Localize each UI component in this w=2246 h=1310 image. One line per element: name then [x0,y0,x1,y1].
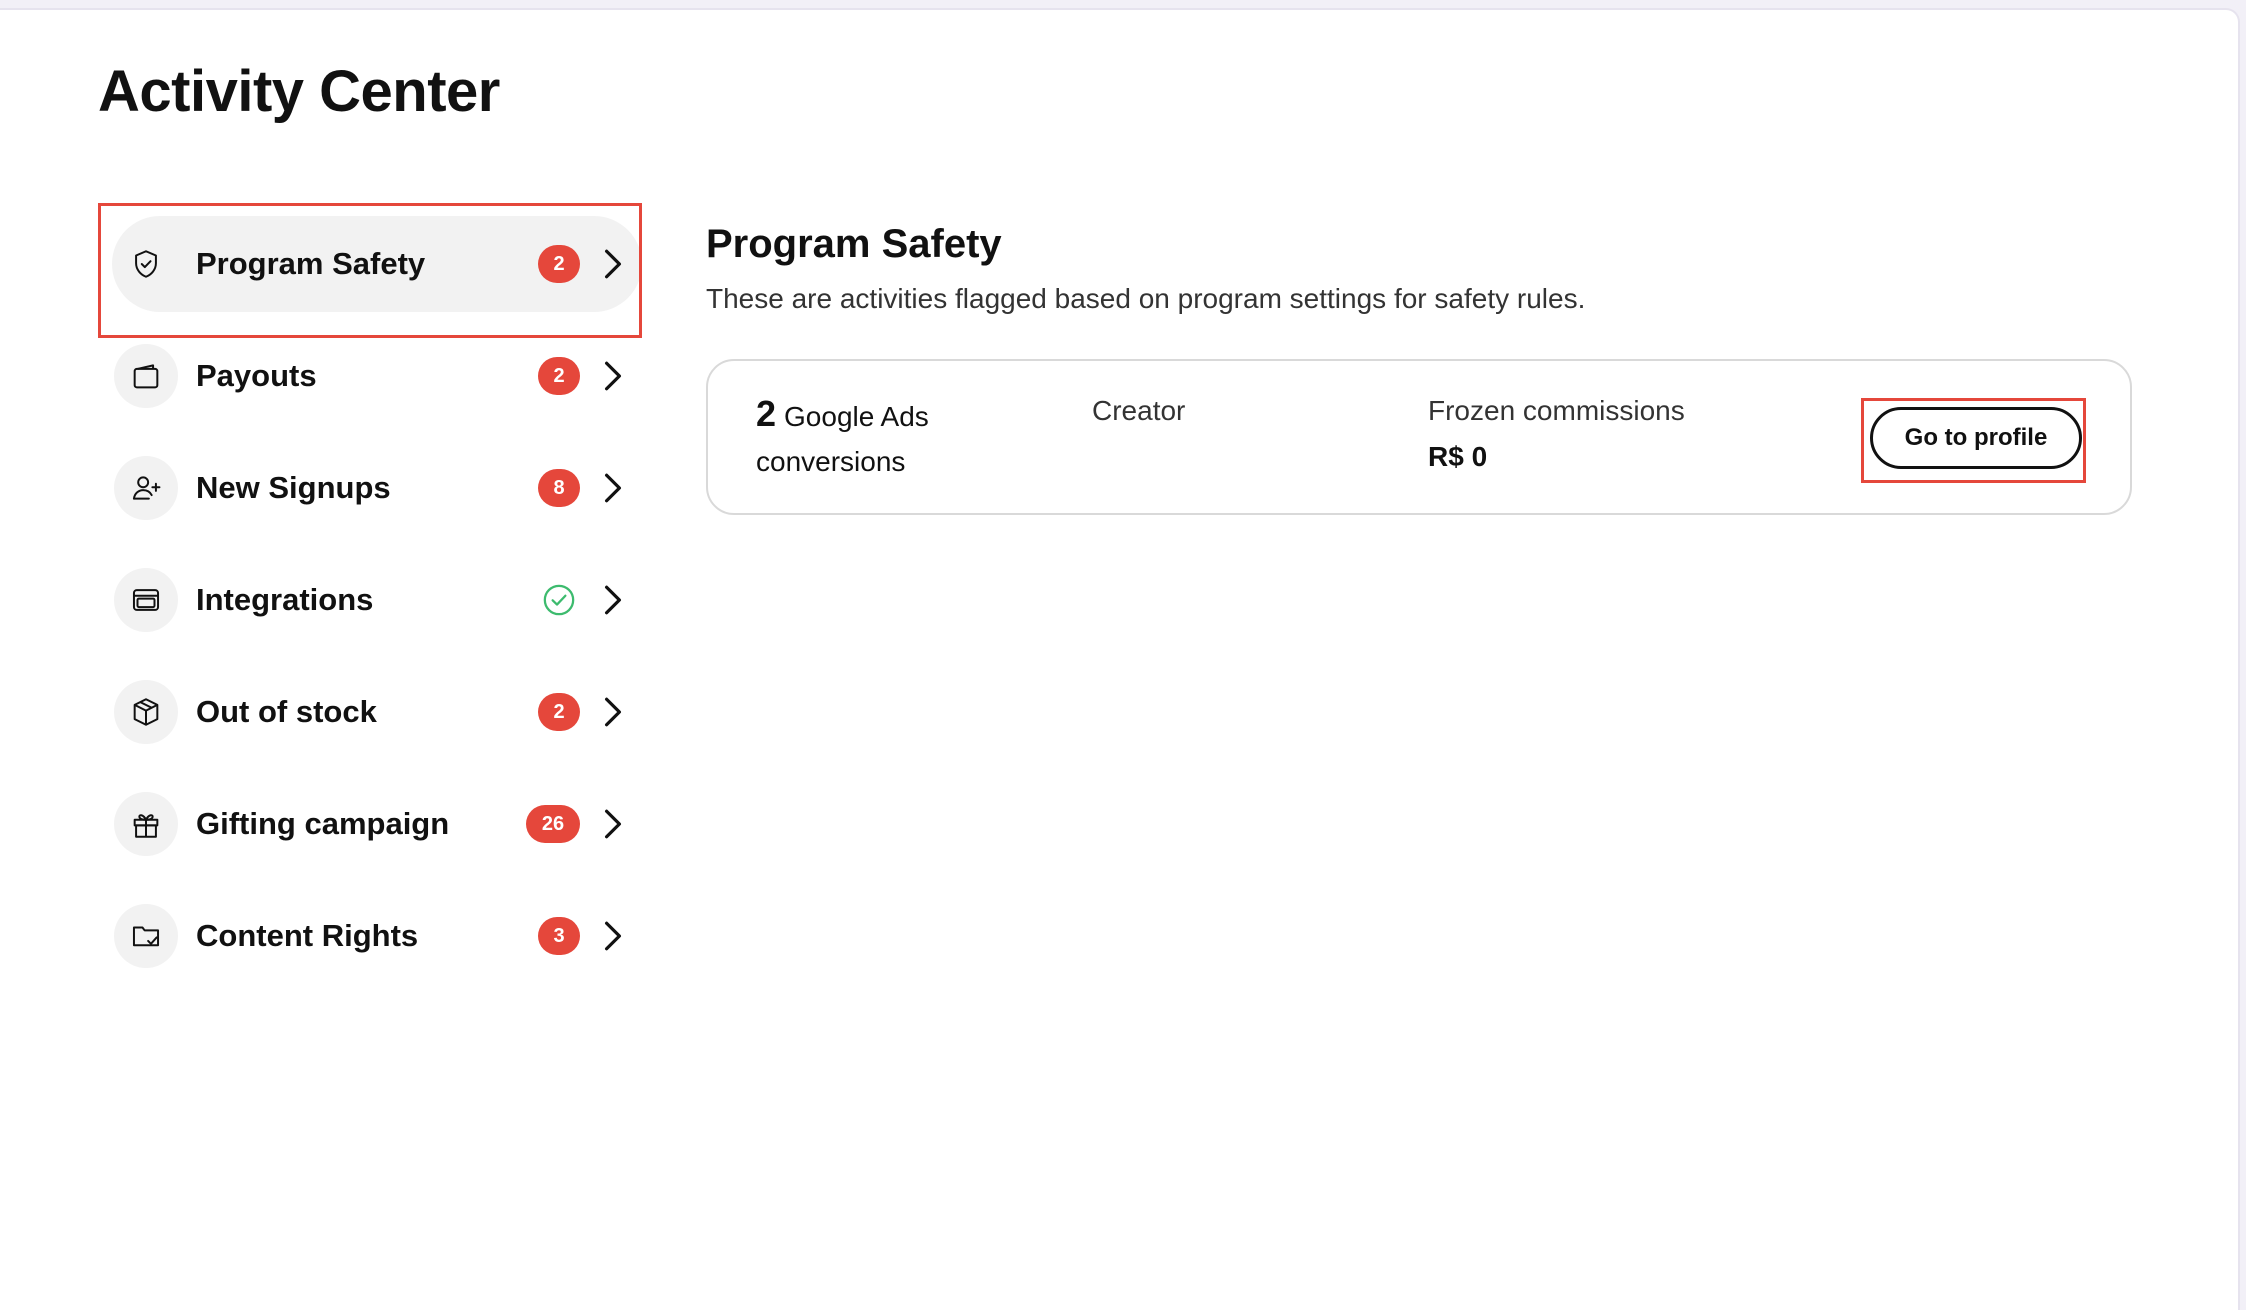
shield-icon [114,232,178,296]
user-plus-icon [114,456,178,520]
chevron-right-icon [602,359,624,393]
count-badge: 3 [538,917,580,955]
count-badge: 26 [526,805,580,843]
conversion-count-label: Google Ads conversions [756,401,929,477]
gift-icon [114,792,178,856]
sidebar-item-gifting-campaign[interactable]: Gifting campaign 26 [112,776,642,872]
sidebar-item-label: Integrations [196,582,374,617]
section-title: Program Safety [706,222,1002,266]
page-title: Activity Center [98,59,500,124]
sidebar-item-content-rights[interactable]: Content Rights 3 [112,888,642,984]
sidebar-nav: Program Safety 2 Payouts 2 New Signups 8… [112,216,642,1000]
box-icon [114,680,178,744]
browser-window-icon [114,568,178,632]
app-window: Activity Center Program Safety 2 Payouts… [0,8,2240,1310]
sidebar-item-label: Program Safety [196,246,426,281]
chevron-right-icon [602,471,624,505]
main-content: Program Safety These are activities flag… [706,222,2136,515]
chevron-right-icon [602,583,624,617]
frozen-commissions-value: R$ 0 [1428,441,1488,472]
creator-label: Creator [1092,395,1186,426]
conversion-count: 2 Google Ads conversions [756,391,1016,484]
count-badge: 8 [538,469,580,507]
sidebar-item-label: Out of stock [196,694,377,729]
count-badge: 2 [538,357,580,395]
chevron-right-icon [602,919,624,953]
frozen-commissions: Frozen commissions R$ 0 [1428,395,1685,473]
activity-card: 2 Google Ads conversions Creator Frozen c… [706,359,2132,515]
folder-check-icon [114,904,178,968]
sidebar-item-out-of-stock[interactable]: Out of stock 2 [112,664,642,760]
sidebar-item-label: Payouts [196,358,317,393]
chevron-right-icon [602,695,624,729]
sidebar-item-integrations[interactable]: Integrations [112,552,642,648]
sidebar-item-label: Gifting campaign [196,806,450,841]
chevron-right-icon [602,807,624,841]
go-to-profile-button[interactable]: Go to profile [1870,407,2082,469]
count-badge: 2 [538,693,580,731]
check-circle-icon [542,583,576,617]
sidebar-item-payouts[interactable]: Payouts 2 [112,328,642,424]
sidebar-item-label: Content Rights [196,918,419,953]
section-subtitle: These are activities flagged based on pr… [706,283,1586,314]
frozen-commissions-label: Frozen commissions [1428,395,1685,426]
sidebar-item-program-safety[interactable]: Program Safety 2 [112,216,642,312]
sidebar-item-label: New Signups [196,470,391,505]
wallet-icon [114,344,178,408]
sidebar-item-new-signups[interactable]: New Signups 8 [112,440,642,536]
chevron-right-icon [602,247,624,281]
conversion-count-number: 2 [756,393,777,434]
count-badge: 2 [538,245,580,283]
